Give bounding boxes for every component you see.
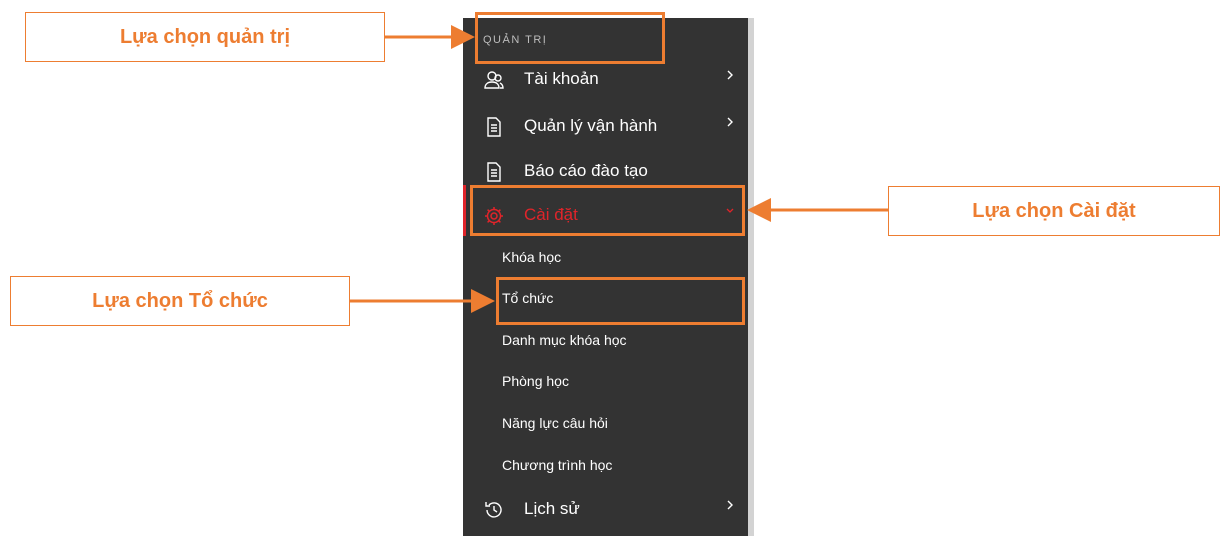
annotation-arrows <box>350 25 888 313</box>
